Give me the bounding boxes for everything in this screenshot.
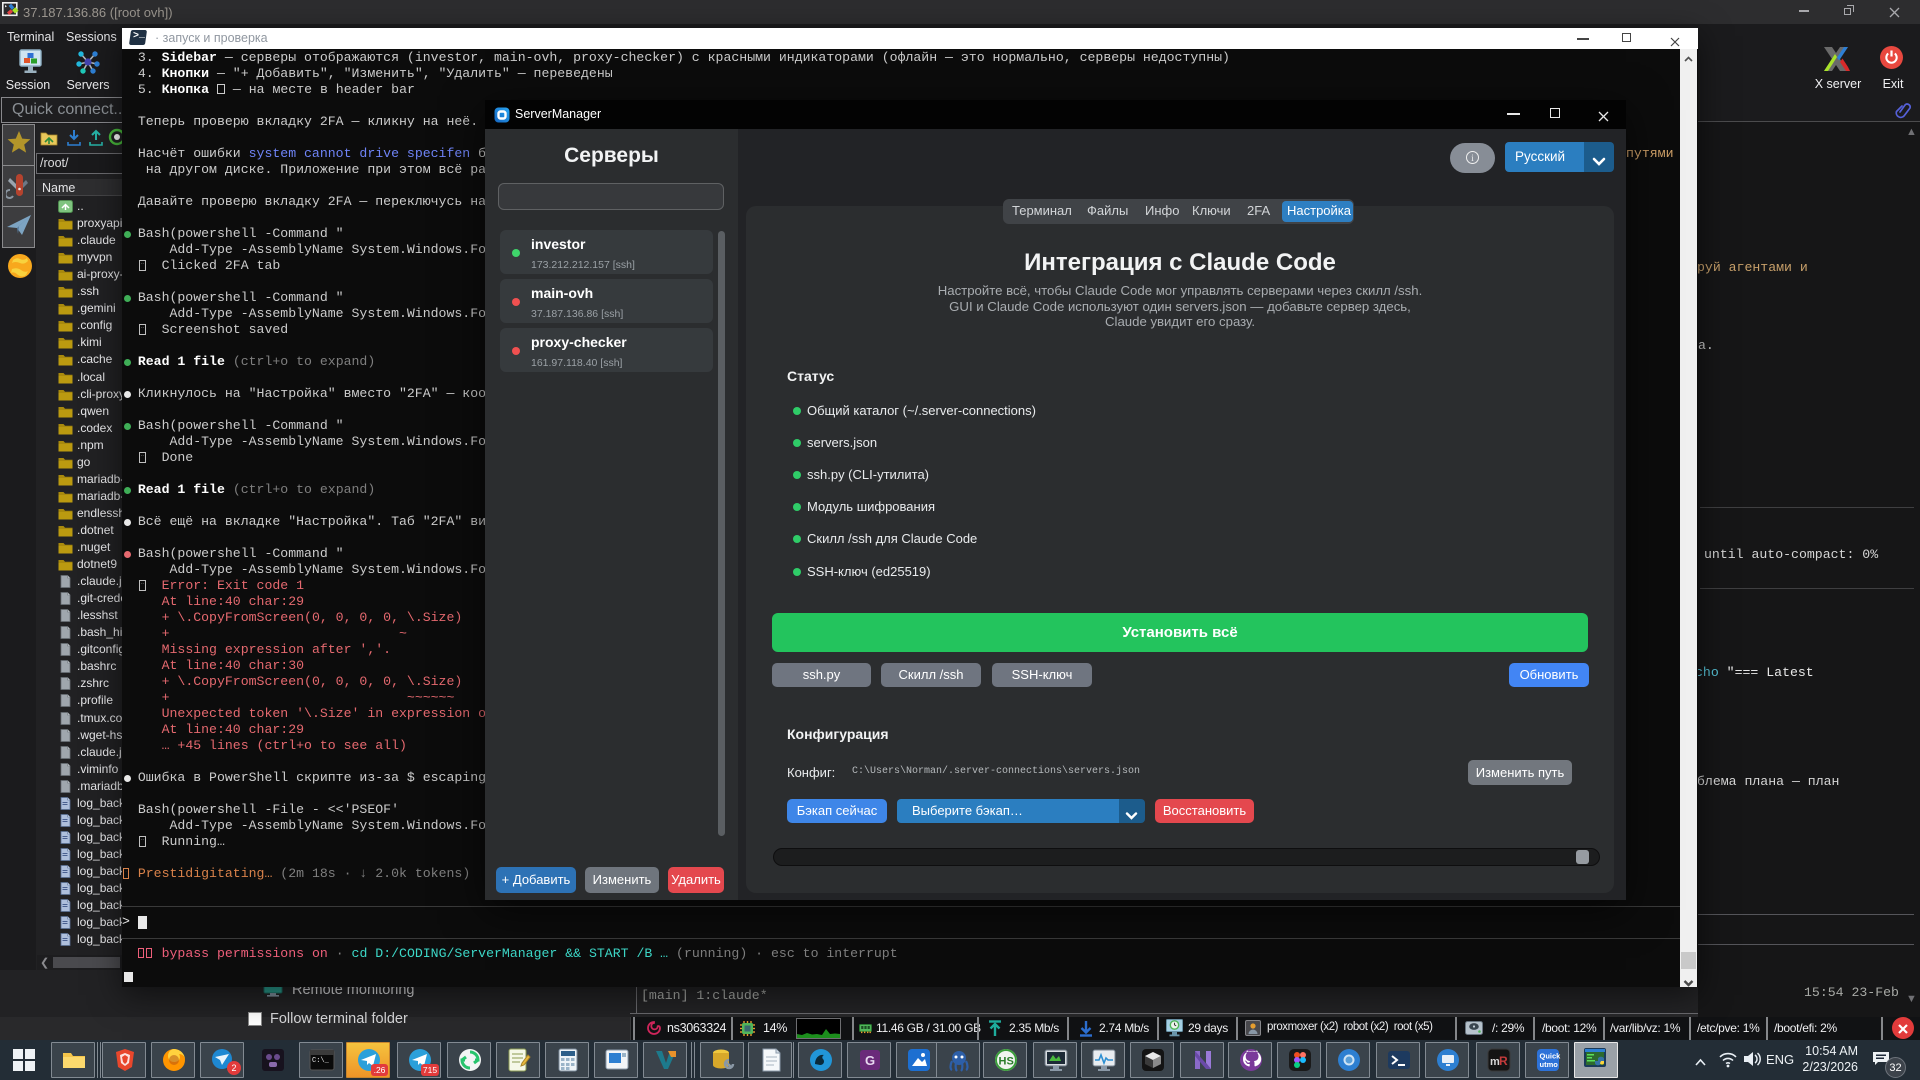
svg-text:G: G (865, 1053, 875, 1068)
svg-text:R: R (1499, 1054, 1508, 1068)
svg-text:HS: HS (999, 1056, 1014, 1068)
svg-text:utmo: utmo (1540, 1060, 1559, 1069)
svg-text:C:\_: C:\_ (312, 1057, 330, 1065)
